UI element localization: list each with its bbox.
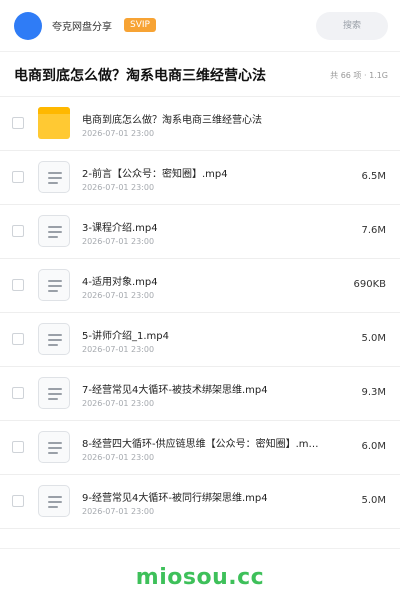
item-date: 2026-07-01 23:00 — [82, 399, 155, 408]
item-count-size: 共 66 项 · 1.1G — [330, 71, 388, 80]
item-date: 2026-07-01 23:00 — [82, 183, 155, 192]
item-name: 7-经营常见4大循环-被技术绑架思维.mp4 — [82, 385, 268, 396]
item-size: 5.0M — [361, 333, 386, 344]
file-icon — [38, 377, 70, 409]
item-date: 2026-07-01 23:00 — [82, 129, 155, 138]
svip-badge: SVIP — [124, 18, 156, 32]
item-size: 690KB — [353, 279, 386, 290]
file-icon — [38, 161, 70, 193]
item-size: 5.0M — [361, 495, 386, 506]
file-icon — [38, 269, 70, 301]
list-item[interactable]: 5-讲师介绍_1.mp4 2026-07-01 23:00 5.0M — [0, 313, 400, 367]
header: 夸克网盘分享 SVIP 搜索 — [0, 0, 400, 52]
select-checkbox[interactable] — [12, 171, 24, 183]
select-checkbox[interactable] — [12, 333, 24, 345]
share-page: 夸克网盘分享 SVIP 搜索 电商到底怎么做？淘系电商三维经营心法 共 66 项… — [0, 0, 400, 600]
file-icon — [38, 431, 70, 463]
item-name: 4-适用对象.mp4 — [82, 277, 158, 288]
search-button[interactable]: 搜索 — [316, 12, 388, 40]
list-item[interactable]: 9-经营常见4大循环-被同行绑架思维.mp4 2026-07-01 23:00 … — [0, 475, 400, 529]
item-date: 2026-07-01 23:00 — [82, 507, 155, 516]
select-checkbox[interactable] — [12, 495, 24, 507]
item-name: 5-讲师介绍_1.mp4 — [82, 331, 169, 342]
list-item[interactable]: 4-适用对象.mp4 2026-07-01 23:00 690KB — [0, 259, 400, 313]
item-size: 6.5M — [361, 171, 386, 182]
item-date: 2026-07-01 23:00 — [82, 453, 155, 462]
watermark-text: miosou.cc — [135, 565, 265, 590]
list-item[interactable]: 电商到底怎么做？淘系电商三维经营心法 2026-07-01 23:00 — [0, 97, 400, 151]
select-checkbox[interactable] — [12, 387, 24, 399]
list-item[interactable]: 2-前言【公众号：密知圈】.mp4 2026-07-01 23:00 6.5M — [0, 151, 400, 205]
item-size: 7.6M — [361, 225, 386, 236]
item-name: 电商到底怎么做？淘系电商三维经营心法 — [82, 115, 262, 126]
select-checkbox[interactable] — [12, 117, 24, 129]
select-checkbox[interactable] — [12, 441, 24, 453]
item-name: 2-前言【公众号：密知圈】.mp4 — [82, 169, 228, 180]
app-name: 夸克网盘分享 — [52, 22, 112, 33]
page-title: 电商到底怎么做？淘系电商三维经营心法 — [14, 68, 266, 84]
file-icon — [38, 215, 70, 247]
item-date: 2026-07-01 23:00 — [82, 237, 155, 246]
list-item[interactable]: 8-经营四大循环-供应链思维【公众号：密知圈】.m… 2026-07-01 23… — [0, 421, 400, 475]
item-size: 9.3M — [361, 387, 386, 398]
select-checkbox[interactable] — [12, 225, 24, 237]
list-item[interactable]: 7-经营常见4大循环-被技术绑架思维.mp4 2026-07-01 23:00 … — [0, 367, 400, 421]
avatar[interactable] — [14, 12, 42, 40]
item-date: 2026-07-01 23:00 — [82, 291, 155, 300]
item-name: 3-课程介绍.mp4 — [82, 223, 158, 234]
file-icon — [38, 323, 70, 355]
footer: miosou.cc — [0, 548, 400, 600]
item-name: 8-经营四大循环-供应链思维【公众号：密知圈】.m… — [82, 439, 319, 450]
select-checkbox[interactable] — [12, 279, 24, 291]
list-item[interactable]: 3-课程介绍.mp4 2026-07-01 23:00 7.6M — [0, 205, 400, 259]
folder-icon — [38, 107, 70, 139]
item-name: 9-经营常见4大循环-被同行绑架思维.mp4 — [82, 493, 268, 504]
item-size: 6.0M — [361, 441, 386, 452]
file-icon — [38, 485, 70, 517]
title-bar: 电商到底怎么做？淘系电商三维经营心法 共 66 项 · 1.1G — [0, 53, 400, 97]
item-date: 2026-07-01 23:00 — [82, 345, 155, 354]
file-list: 电商到底怎么做？淘系电商三维经营心法 2026-07-01 23:00 2-前言… — [0, 97, 400, 529]
